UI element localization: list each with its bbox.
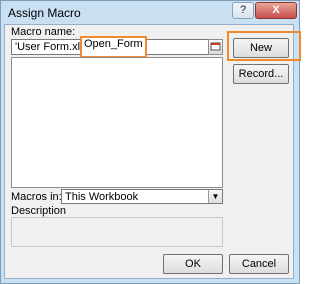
chevron-down-icon[interactable]: ▼	[208, 190, 222, 203]
dialog-client-area: Macro name: 'User Form.xlsm'! Open_Form …	[4, 24, 301, 279]
window-title: Assign Macro	[8, 6, 81, 20]
macro-name-label: Macro name:	[11, 26, 76, 38]
title-bar: Assign Macro ? X	[1, 1, 299, 25]
close-button[interactable]: X	[255, 2, 297, 19]
macro-list[interactable]	[11, 57, 223, 188]
macros-in-value: This Workbook	[65, 191, 139, 203]
macro-name-input[interactable]: 'User Form.xlsm'! Open_Form	[11, 36, 209, 58]
macros-in-label: Macros in:	[11, 191, 62, 203]
new-button[interactable]: New	[233, 38, 289, 58]
description-box	[11, 217, 223, 247]
collapse-icon	[210, 42, 221, 51]
cancel-button[interactable]: Cancel	[229, 254, 289, 274]
macro-name-selected-text: Open_Form	[80, 36, 147, 58]
help-button[interactable]: ?	[232, 2, 254, 19]
description-label: Description	[11, 205, 67, 217]
collapse-dialog-button[interactable]	[208, 39, 223, 55]
macros-in-select[interactable]: This Workbook ▼	[61, 189, 223, 204]
ok-button[interactable]: OK	[163, 254, 223, 274]
record-button[interactable]: Record...	[233, 64, 289, 84]
